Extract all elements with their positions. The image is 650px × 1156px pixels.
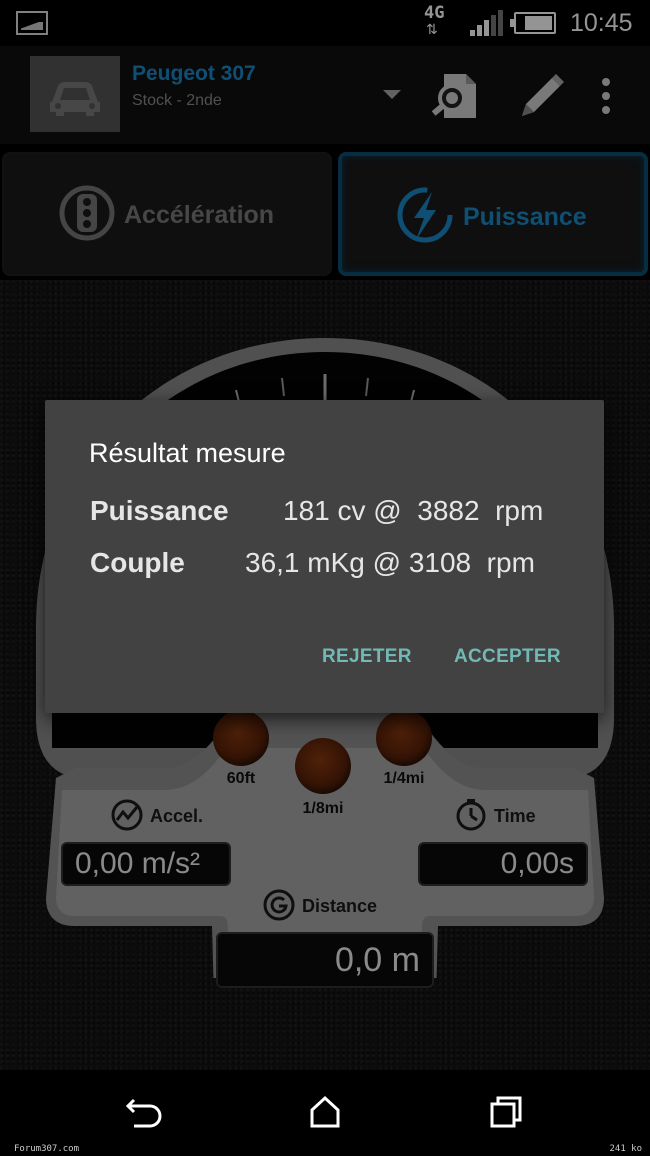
- footer-size: 241 ko: [609, 1144, 642, 1154]
- result-dialog: Résultat mesure Puissance 181 cv @ 3882 …: [45, 400, 604, 713]
- home-button[interactable]: [300, 1090, 350, 1134]
- accept-button[interactable]: ACCEPTER: [454, 646, 561, 668]
- dialog-title: Résultat mesure: [89, 438, 286, 468]
- recents-icon: [490, 1096, 522, 1128]
- navigation-bar: [0, 1070, 650, 1156]
- back-button[interactable]: [120, 1090, 170, 1134]
- recents-button[interactable]: [480, 1090, 530, 1134]
- footer-source: Forum307.com: [14, 1144, 80, 1154]
- reject-button[interactable]: REJETER: [322, 646, 412, 668]
- torque-value: 36,1 mKg @ 3108 rpm: [245, 547, 535, 578]
- back-icon: [125, 1098, 162, 1128]
- torque-label: Couple: [90, 547, 185, 578]
- power-label: Puissance: [90, 495, 229, 526]
- home-icon: [310, 1095, 340, 1128]
- power-value: 181 cv @ 3882 rpm: [283, 495, 544, 526]
